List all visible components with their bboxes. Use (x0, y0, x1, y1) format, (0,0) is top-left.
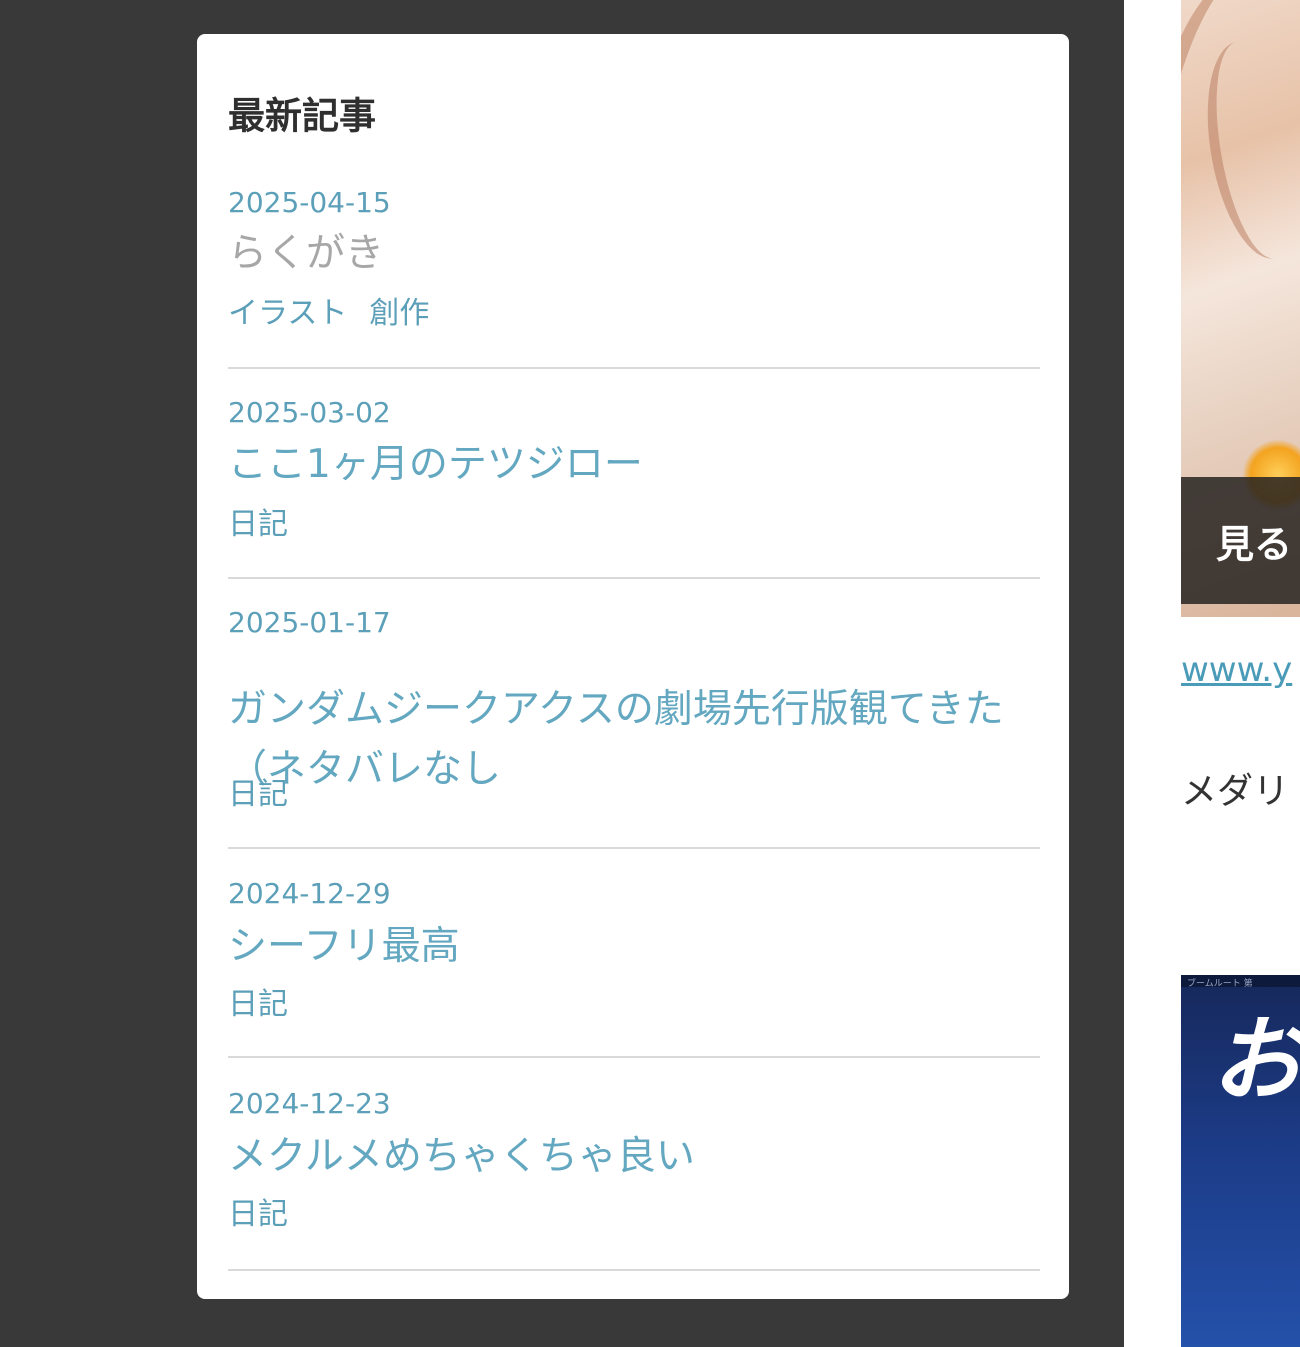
banner-headline: お (1211, 1007, 1300, 1114)
article-title-link[interactable]: メクルメめちゃくちゃ良い (228, 1127, 1010, 1187)
watch-label: 見る (1216, 522, 1293, 566)
video-thumbnail[interactable]: 見る (1181, 0, 1300, 617)
banner-strip-text: ブームルート 第 (1187, 979, 1253, 989)
article-categories: 日記 (228, 1200, 310, 1230)
recent-articles-widget: 最新記事 2025-04-15 らくがき イラスト 創作 2025-03-02 こ… (197, 34, 1069, 1299)
body-text-snippet: メダリ (1181, 771, 1290, 812)
external-url-link[interactable]: www.y (1181, 650, 1292, 690)
article-date: 2024-12-23 (228, 1087, 391, 1120)
main-content-column: 見る www.y メダリ ブームルート 第 お (1124, 0, 1300, 1347)
category-link[interactable]: 日記 (228, 1197, 288, 1232)
banner-top-strip: ブームルート 第 (1181, 975, 1300, 989)
thumbnail-overlay: 見る (1181, 477, 1300, 604)
list-item: 2024-12-23 メクルメめちゃくちゃ良い 日記 (228, 34, 1040, 1271)
ad-banner[interactable]: ブームルート 第 お (1181, 975, 1300, 1347)
